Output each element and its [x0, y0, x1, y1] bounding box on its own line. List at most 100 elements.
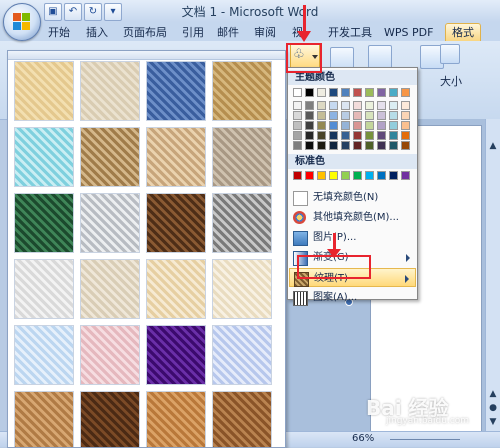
- theme-color-swatch[interactable]: [353, 121, 362, 130]
- theme-color-swatch[interactable]: [341, 101, 350, 110]
- theme-color-swatch[interactable]: [293, 101, 302, 110]
- theme-color-swatch[interactable]: [389, 141, 398, 150]
- standard-color-swatch[interactable]: [317, 171, 326, 180]
- fill-menu-item[interactable]: 图片(P)...: [289, 228, 416, 247]
- texture-tile[interactable]: [146, 325, 206, 385]
- tab-format[interactable]: 格式: [445, 23, 481, 41]
- standard-color-swatch[interactable]: [341, 171, 350, 180]
- theme-color-swatch[interactable]: [353, 88, 362, 97]
- tab-review[interactable]: 审阅: [252, 24, 278, 41]
- theme-color-swatch[interactable]: [377, 131, 386, 140]
- fill-menu-item[interactable]: 图案(A)...: [289, 288, 416, 307]
- theme-color-swatch[interactable]: [377, 141, 386, 150]
- theme-color-swatch[interactable]: [341, 141, 350, 150]
- tab-references[interactable]: 引用: [180, 24, 206, 41]
- theme-color-swatch[interactable]: [293, 88, 302, 97]
- theme-color-swatch[interactable]: [365, 141, 374, 150]
- texture-tile[interactable]: [212, 259, 272, 319]
- arrange-icon[interactable]: [440, 44, 460, 64]
- fill-menu-item[interactable]: 无填充颜色(N): [289, 188, 416, 207]
- standard-color-swatch[interactable]: [305, 171, 314, 180]
- texture-tile[interactable]: [212, 127, 272, 187]
- theme-color-swatch[interactable]: [305, 111, 314, 120]
- theme-color-swatch[interactable]: [365, 121, 374, 130]
- theme-color-swatch[interactable]: [329, 141, 338, 150]
- theme-color-swatch[interactable]: [365, 101, 374, 110]
- theme-color-swatch[interactable]: [401, 121, 410, 130]
- zoom-level[interactable]: 66%: [352, 433, 374, 444]
- theme-color-swatch[interactable]: [377, 101, 386, 110]
- texture-tile[interactable]: [14, 325, 74, 385]
- theme-color-swatch[interactable]: [305, 131, 314, 140]
- standard-color-swatch[interactable]: [365, 171, 374, 180]
- theme-color-swatch[interactable]: [401, 111, 410, 120]
- tab-mailings[interactable]: 邮件: [215, 24, 241, 41]
- fill-menu-item[interactable]: 其他填充颜色(M)...: [289, 208, 416, 227]
- theme-color-swatch[interactable]: [317, 121, 326, 130]
- texture-tile[interactable]: [146, 127, 206, 187]
- theme-color-swatch[interactable]: [329, 101, 338, 110]
- shadow-effect-icon[interactable]: [368, 45, 392, 69]
- theme-color-swatch[interactable]: [389, 121, 398, 130]
- texture-tile[interactable]: [146, 259, 206, 319]
- size-group-label[interactable]: 大小: [440, 73, 462, 89]
- texture-tile[interactable]: [212, 193, 272, 253]
- theme-color-swatch[interactable]: [293, 121, 302, 130]
- theme-color-swatch[interactable]: [401, 131, 410, 140]
- standard-color-swatch[interactable]: [293, 171, 302, 180]
- select-browse-object-icon[interactable]: ●: [488, 403, 498, 415]
- theme-color-swatch[interactable]: [401, 101, 410, 110]
- theme-color-swatch[interactable]: [365, 111, 374, 120]
- theme-color-swatch[interactable]: [353, 101, 362, 110]
- theme-color-swatch[interactable]: [305, 141, 314, 150]
- theme-color-swatch[interactable]: [377, 111, 386, 120]
- texture-tile[interactable]: [14, 127, 74, 187]
- theme-color-swatch[interactable]: [365, 88, 374, 97]
- texture-tile[interactable]: [80, 193, 140, 253]
- texture-tile[interactable]: [212, 391, 272, 447]
- scroll-up-icon[interactable]: ▲: [488, 141, 498, 153]
- texture-tile[interactable]: [80, 61, 140, 121]
- theme-color-swatch[interactable]: [329, 121, 338, 130]
- theme-color-swatch[interactable]: [341, 121, 350, 130]
- theme-color-swatch[interactable]: [317, 111, 326, 120]
- texture-tile[interactable]: [212, 61, 272, 121]
- tab-developer[interactable]: 开发工具: [326, 24, 374, 41]
- theme-color-swatch[interactable]: [389, 88, 398, 97]
- texture-tile[interactable]: [146, 193, 206, 253]
- theme-color-swatch[interactable]: [317, 101, 326, 110]
- standard-color-swatch[interactable]: [353, 171, 362, 180]
- zoom-slider[interactable]: [390, 439, 460, 440]
- theme-color-swatch[interactable]: [341, 111, 350, 120]
- tab-page-layout[interactable]: 页面布局: [121, 24, 169, 41]
- theme-color-swatch[interactable]: [353, 111, 362, 120]
- texture-tile[interactable]: [80, 391, 140, 447]
- texture-tile[interactable]: [146, 391, 206, 447]
- texture-tile[interactable]: [14, 259, 74, 319]
- standard-color-swatch[interactable]: [329, 171, 338, 180]
- tab-home[interactable]: 开始: [46, 24, 72, 41]
- theme-color-swatch[interactable]: [329, 111, 338, 120]
- standard-color-swatch[interactable]: [401, 171, 410, 180]
- texture-tile[interactable]: [146, 61, 206, 121]
- theme-color-swatch[interactable]: [305, 101, 314, 110]
- theme-color-swatch[interactable]: [329, 88, 338, 97]
- theme-color-swatch[interactable]: [293, 141, 302, 150]
- theme-color-swatch[interactable]: [293, 131, 302, 140]
- theme-color-swatch[interactable]: [317, 131, 326, 140]
- texture-tile[interactable]: [80, 127, 140, 187]
- vertical-scrollbar[interactable]: ▲ ▲ ● ▼: [485, 119, 500, 431]
- theme-color-swatch[interactable]: [389, 101, 398, 110]
- theme-color-swatch[interactable]: [365, 131, 374, 140]
- theme-color-swatch[interactable]: [377, 121, 386, 130]
- standard-color-swatch[interactable]: [389, 171, 398, 180]
- theme-color-swatch[interactable]: [317, 88, 326, 97]
- texture-tile[interactable]: [212, 325, 272, 385]
- prev-page-icon[interactable]: ▲: [488, 389, 498, 401]
- texture-tile[interactable]: [80, 325, 140, 385]
- tab-wps-pdf[interactable]: WPS PDF: [382, 24, 435, 41]
- next-page-icon[interactable]: ▼: [488, 417, 498, 429]
- theme-color-swatch[interactable]: [305, 121, 314, 130]
- theme-color-swatch[interactable]: [353, 141, 362, 150]
- theme-color-swatch[interactable]: [341, 88, 350, 97]
